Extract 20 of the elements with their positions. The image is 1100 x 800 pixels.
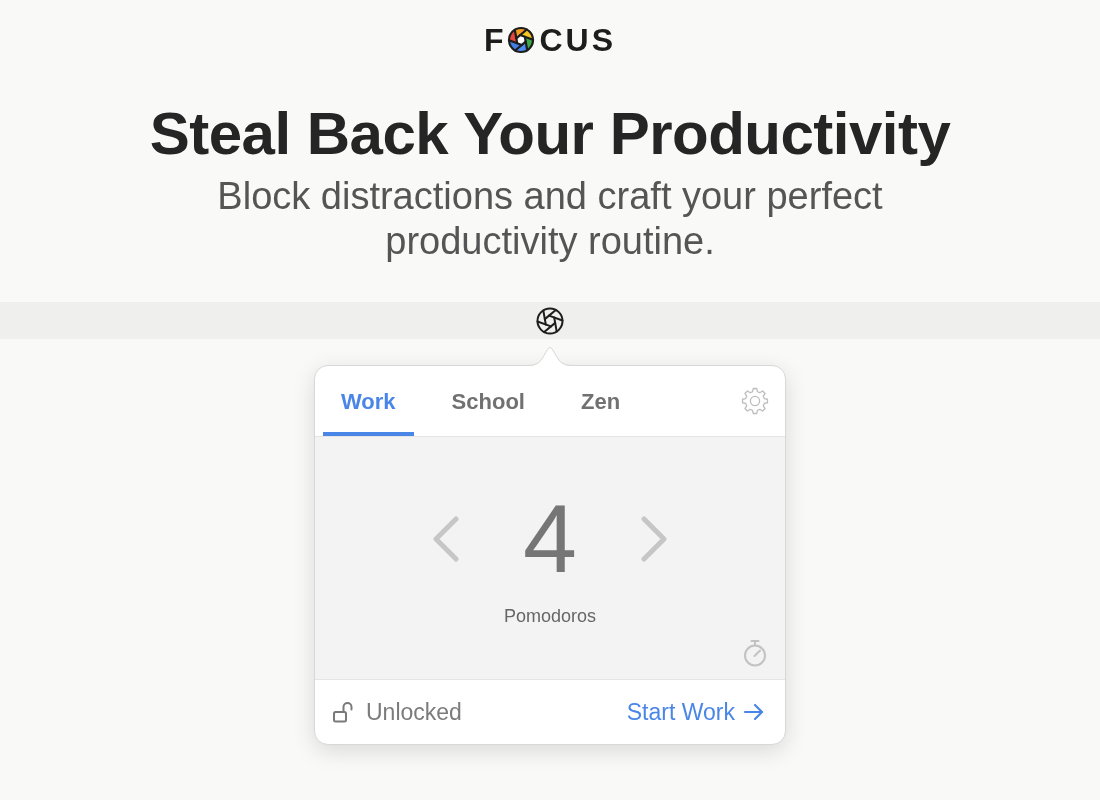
page-subtitle: Block distractions and craft your perfect productivity routine.: [216, 174, 884, 264]
aperture-logo-icon: [507, 26, 536, 54]
logo-text: CUS: [539, 21, 617, 60]
gear-icon: [741, 387, 769, 415]
tab[interactable]: School: [433, 366, 543, 436]
decrease-button[interactable]: [432, 515, 460, 562]
start-work-button[interactable]: Start Work: [626, 694, 765, 730]
tab[interactable]: Zen: [562, 366, 639, 436]
chevron-right-icon: [640, 515, 668, 562]
increase-button[interactable]: [640, 515, 668, 562]
counter-label: Pomodoros: [503, 605, 597, 627]
settings-button[interactable]: [741, 387, 769, 415]
logo-text: F: [483, 21, 507, 60]
lock-status: Unlocked: [366, 697, 462, 727]
stopwatch-icon[interactable]: [742, 639, 768, 667]
chevron-left-icon: [432, 515, 460, 562]
arrow-right-icon: [743, 701, 765, 723]
aperture-icon[interactable]: [535, 305, 565, 336]
page-headline: Steal Back Your Productivity: [148, 100, 952, 167]
pomodoro-count: 4: [522, 490, 578, 587]
